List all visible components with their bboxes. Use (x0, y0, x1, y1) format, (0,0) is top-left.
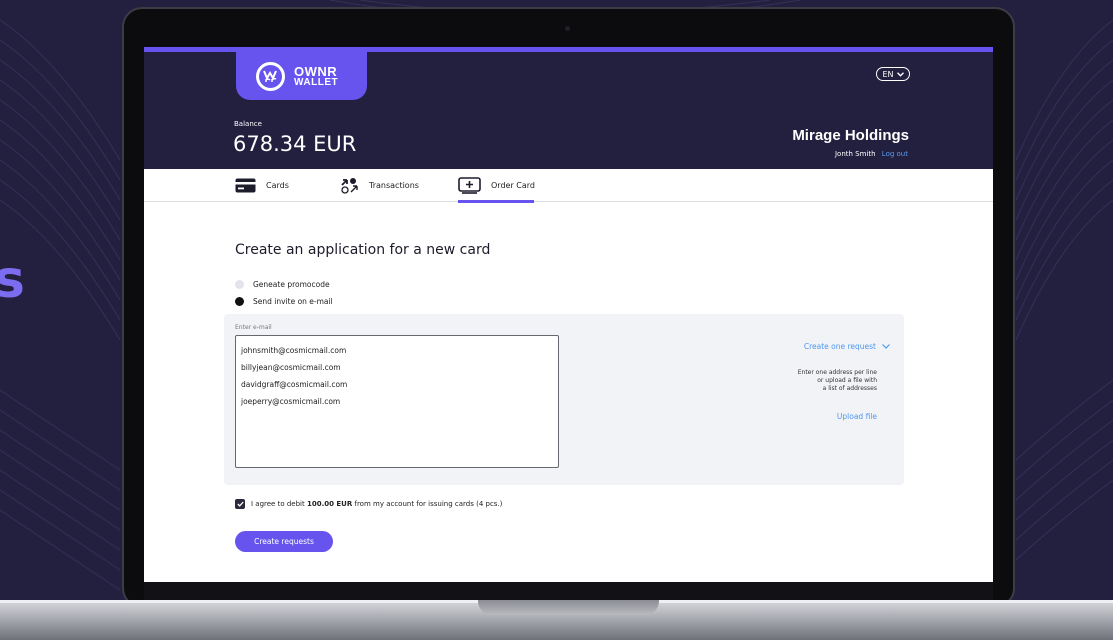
balance-value: 678.34 EUR (233, 132, 357, 156)
create-one-request-label: Create one request (803, 342, 876, 351)
chevron-down-icon (896, 71, 904, 77)
company-name: Mirage Holdings (792, 127, 909, 144)
tab-cards-label: Cards (266, 181, 289, 190)
laptop-bezel (144, 582, 993, 600)
hint-line: Enter one address per line (797, 369, 877, 376)
hint-line: or upload a file with (817, 377, 877, 384)
option-promocode[interactable]: Geneate promocode (235, 280, 330, 289)
hint-line: a list of addresses (822, 385, 877, 392)
laptop-notch (478, 600, 659, 615)
agree-checkbox[interactable] (235, 499, 245, 509)
app-screen: OWNR WALLET EN Balance 678.34 EUR Mirage… (144, 47, 993, 582)
promocode-radio[interactable] (235, 280, 244, 289)
tab-transactions-label: Transactions (369, 181, 419, 190)
agree-prefix: I agree to debit (251, 500, 307, 508)
logo[interactable]: OWNR WALLET (236, 52, 367, 100)
agree-row[interactable]: I agree to debit 100.00 EUR from my acco… (235, 499, 502, 509)
background-side-text: s (0, 250, 25, 310)
camera-icon (565, 26, 570, 31)
email-line: davidgraff@cosmicmail.com (241, 380, 348, 389)
promocode-label: Geneate promocode (253, 280, 330, 289)
logo-subtitle: WALLET (294, 76, 339, 88)
logo-mark-icon (256, 61, 285, 91)
language-selector[interactable]: EN (876, 67, 910, 81)
email-line: billyjean@cosmicmail.com (241, 363, 341, 372)
page-title: Create an application for a new card (235, 242, 491, 258)
agree-amount: 100.00 EUR (306, 500, 353, 508)
email-option-label: Send invite on e-mail (253, 297, 333, 306)
card-icon (235, 178, 256, 193)
chevron-down-icon (882, 344, 890, 349)
logout-link[interactable]: Log out (882, 150, 908, 158)
agree-text: I agree to debit 100.00 EUR from my acco… (251, 500, 502, 508)
create-requests-button[interactable]: Create requests (235, 531, 333, 552)
user-line: Jonth Smith Log out (835, 150, 908, 158)
email-radio[interactable] (235, 297, 244, 306)
transactions-icon (341, 178, 358, 194)
email-line: joeperry@cosmicmail.com (241, 397, 341, 406)
create-one-request-toggle[interactable]: Create one request (804, 342, 890, 351)
upload-file-link[interactable]: Upload file (837, 412, 877, 421)
email-field-label: Enter e-mail (235, 324, 272, 331)
option-email[interactable]: Send invite on e-mail (235, 297, 333, 306)
check-icon (236, 501, 244, 507)
email-line: johnsmith@cosmicmail.com (241, 346, 347, 355)
email-textarea[interactable]: johnsmith@cosmicmail.com billyjean@cosmi… (235, 335, 559, 468)
logo-title: OWNR (294, 63, 338, 79)
logo-text: OWNR WALLET (294, 65, 338, 88)
app-header: OWNR WALLET EN Balance 678.34 EUR Mirage… (144, 47, 993, 169)
balance-label: Balance (234, 120, 262, 128)
language-label: EN (882, 69, 894, 79)
agree-suffix: from my account for issuing cards (4 pcs… (352, 500, 503, 508)
tab-order-card[interactable]: Order Card (458, 169, 535, 203)
order-card-icon (458, 177, 481, 194)
email-panel: Enter e-mail johnsmith@cosmicmail.com bi… (224, 314, 904, 485)
tab-transactions[interactable]: Transactions (340, 169, 419, 202)
user-name: Jonth Smith (834, 150, 876, 158)
tab-bar: Cards Transactions Order Card (144, 169, 993, 203)
tab-cards[interactable]: Cards (235, 169, 289, 202)
email-hint: Enter one address per line or upload a f… (798, 369, 877, 393)
tab-order-card-label: Order Card (491, 181, 535, 190)
